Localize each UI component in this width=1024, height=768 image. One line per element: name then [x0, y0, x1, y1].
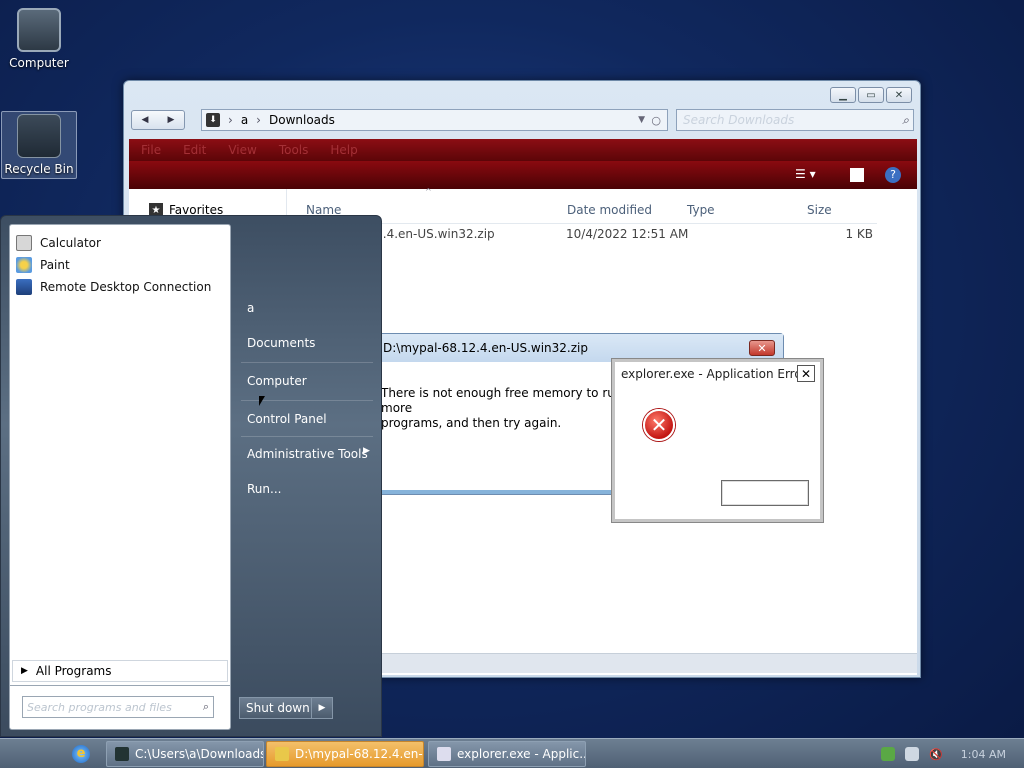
start-run[interactable]: Run... — [247, 482, 281, 496]
shutdown-label[interactable]: Shut down — [240, 698, 312, 718]
downloads-icon: ⬇ — [206, 113, 220, 127]
desktop-icon-computer[interactable]: Computer — [1, 8, 77, 70]
view-options-icon[interactable]: ☰ ▾ — [795, 167, 816, 181]
start-search-placeholder: Search programs and files — [27, 700, 172, 714]
clock[interactable]: 1:04 AM — [953, 748, 1014, 761]
taskbar-button-zip[interactable]: D:\mypal-68.12.4.en-... — [266, 741, 424, 767]
start-button[interactable] — [0, 739, 60, 768]
start-documents[interactable]: Documents — [247, 336, 315, 350]
taskbar-button-label: C:\Users\a\Downloads — [135, 747, 264, 761]
menu-item-view[interactable]: View — [228, 143, 256, 157]
error-icon: ✕ — [643, 409, 675, 441]
mouse-cursor-icon — [259, 396, 265, 406]
desktop-icon-recycle-bin[interactable]: Recycle Bin — [1, 111, 77, 179]
forward-icon[interactable]: ▶ — [158, 111, 184, 129]
back-icon[interactable]: ◀ — [132, 111, 158, 129]
help-icon[interactable]: ? — [885, 167, 901, 183]
breadcrumb-item[interactable]: a — [241, 113, 248, 127]
close-button[interactable]: ✕ — [749, 340, 775, 356]
start-control-panel[interactable]: Control Panel — [247, 412, 327, 426]
column-header-type[interactable]: Type — [687, 203, 715, 217]
network-icon[interactable] — [905, 747, 920, 761]
start-admin-tools[interactable]: Administrative Tools — [247, 447, 368, 461]
window-controls: ▁ ▭ ✕ — [830, 87, 912, 103]
start-search-input[interactable]: Search programs and files ⌕ — [22, 696, 214, 718]
address-bar[interactable]: ⬇ › a › Downloads ▼ ○ — [201, 109, 668, 131]
column-header-size[interactable]: Size — [807, 203, 832, 217]
breadcrumb-item[interactable]: Downloads — [269, 113, 335, 127]
command-bar: ☰ ▾ ? — [129, 161, 917, 189]
search-icon[interactable]: ⌕ — [902, 113, 909, 128]
desktop-icon-label: Recycle Bin — [4, 162, 74, 176]
start-menu: Calculator Paint Remote Desktop Connecti… — [0, 215, 382, 737]
application-error-dialog: explorer.exe - Application Error ✕ ✕ — [612, 359, 823, 522]
desktop-icon-label: Computer — [9, 56, 69, 70]
triangle-right-icon: ▶ — [21, 666, 28, 676]
close-button[interactable]: ✕ — [797, 365, 815, 382]
search-icon[interactable]: ⌕ — [203, 700, 209, 714]
preview-pane-icon[interactable] — [850, 168, 864, 182]
shutdown-button[interactable]: Shut down ▶ — [239, 697, 333, 719]
calculator-icon — [16, 235, 32, 251]
column-header-date[interactable]: Date modified — [567, 203, 652, 217]
chevron-right-icon: › — [256, 113, 261, 127]
recycle-bin-icon — [17, 114, 61, 158]
system-tray: 🔇 1:04 AM — [881, 739, 1024, 768]
start-menu-programs-pane: Calculator Paint Remote Desktop Connecti… — [9, 224, 231, 672]
menu-item-help[interactable]: Help — [330, 143, 357, 157]
paint-icon — [16, 257, 32, 273]
all-programs[interactable]: ▶ All Programs — [9, 656, 231, 686]
refresh-icon[interactable]: ○ — [651, 114, 661, 127]
taskbar: e C:\Users\a\Downloads D:\mypal-68.12.4.… — [0, 738, 1024, 768]
chevron-right-icon: › — [228, 113, 233, 127]
volume-muted-icon[interactable]: 🔇 — [929, 748, 943, 761]
program-label: Paint — [40, 258, 70, 272]
ok-button[interactable] — [721, 480, 809, 506]
program-paint[interactable]: Paint — [16, 257, 70, 273]
taskbar-button-label: D:\mypal-68.12.4.en-... — [295, 747, 424, 761]
search-input[interactable]: Search Downloads ⌕ — [676, 109, 914, 131]
all-programs-button[interactable]: ▶ All Programs — [12, 660, 228, 682]
maximize-button[interactable]: ▭ — [858, 87, 884, 103]
action-center-icon[interactable] — [881, 747, 896, 761]
file-date: 10/4/2022 12:51 AM — [566, 227, 689, 241]
search-placeholder: Search Downloads — [683, 113, 795, 127]
program-remote-desktop[interactable]: Remote Desktop Connection — [16, 279, 211, 295]
start-user-folder[interactable]: a — [247, 301, 254, 315]
menu-item-tools[interactable]: Tools — [279, 143, 309, 157]
window-icon — [437, 747, 451, 761]
taskbar-button-explorer[interactable]: C:\Users\a\Downloads — [106, 741, 264, 767]
program-label: Calculator — [40, 236, 101, 250]
computer-icon — [17, 8, 61, 52]
file-size: 1 KB — [845, 227, 873, 241]
menu-item-edit[interactable]: Edit — [183, 143, 206, 157]
sort-up-icon: ^ — [425, 187, 432, 196]
menu-item-file[interactable]: File — [141, 143, 161, 157]
separator — [241, 436, 373, 437]
folder-icon — [115, 747, 129, 761]
taskbar-button-label: explorer.exe - Applic... — [457, 747, 586, 761]
dialog-title: D:\mypal-68.12.4.en-US.win32.zip — [373, 334, 783, 362]
dropdown-icon[interactable]: ▼ — [638, 115, 645, 125]
start-search-area: Search programs and files ⌕ — [9, 686, 231, 730]
remote-desktop-icon — [16, 279, 32, 295]
program-calculator[interactable]: Calculator — [16, 235, 101, 251]
dialog-title: explorer.exe - Application Error — [621, 367, 807, 381]
minimize-button[interactable]: ▁ — [830, 87, 856, 103]
internet-explorer-icon[interactable]: e — [72, 745, 90, 763]
start-computer[interactable]: Computer — [247, 374, 307, 388]
taskbar-button-error[interactable]: explorer.exe - Applic... — [428, 741, 586, 767]
shutdown-options-icon[interactable]: ▶ — [312, 698, 332, 718]
menu-bar: File Edit View Tools Help — [129, 139, 917, 161]
zip-folder-icon — [275, 747, 289, 761]
close-button[interactable]: ✕ — [886, 87, 912, 103]
all-programs-label: All Programs — [35, 664, 112, 678]
separator — [241, 362, 373, 363]
nav-buttons: ◀ ▶ — [131, 110, 185, 130]
program-label: Remote Desktop Connection — [40, 280, 212, 294]
table-row[interactable]: mypal-68.12.4.en-US.win32.zip 10/4/2022 … — [299, 223, 877, 243]
chevron-right-icon: ▶ — [363, 446, 370, 456]
